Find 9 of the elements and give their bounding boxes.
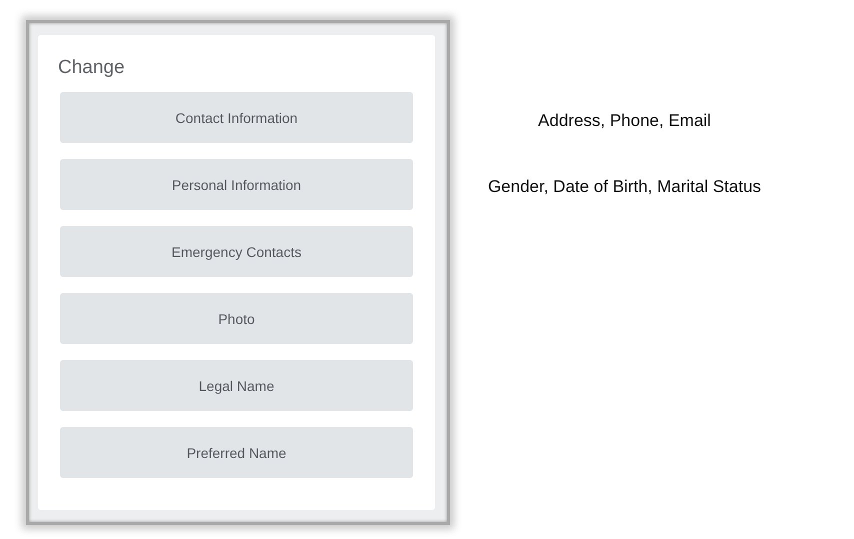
annotation-text: Gender, Date of Birth, Marital Status [488, 176, 762, 198]
change-option-button[interactable]: Emergency Contacts [60, 226, 413, 277]
change-option-button[interactable]: Photo [60, 293, 413, 344]
change-option-button[interactable]: Personal Information [60, 159, 413, 210]
change-option-button[interactable]: Contact Information [60, 92, 413, 143]
annotation-text: Address, Phone, Email [538, 110, 711, 132]
change-option-button[interactable]: Legal Name [60, 360, 413, 411]
change-option-button[interactable]: Preferred Name [60, 427, 413, 478]
panel-title: Change [58, 57, 126, 79]
